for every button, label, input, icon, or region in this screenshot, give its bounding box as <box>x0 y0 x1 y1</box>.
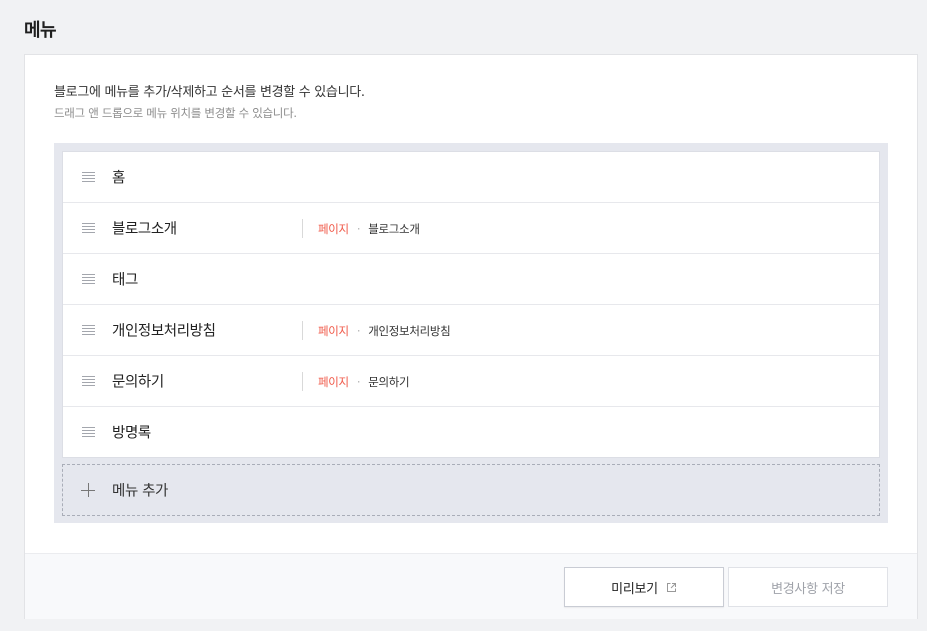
drag-handle-icon[interactable] <box>82 427 95 437</box>
menu-item-contact[interactable]: 문의하기 페이지 · 문의하기 <box>63 355 879 406</box>
menu-item-name: 블로그소개 <box>112 221 177 238</box>
separator-dot: · <box>356 374 361 389</box>
menu-item-type: 페이지 <box>318 374 349 389</box>
menu-item-link-info: 페이지 · 블로그소개 <box>302 219 420 238</box>
save-changes-button[interactable]: 변경사항 저장 <box>728 567 888 607</box>
menu-item-target: 개인정보처리방침 <box>368 323 451 338</box>
description-main: 블로그에 메뉴를 추가/삭제하고 순서를 변경할 수 있습니다. <box>54 85 365 100</box>
menu-item-target: 블로그소개 <box>368 221 420 236</box>
menu-item-name: 태그 <box>112 272 138 289</box>
menu-item-name: 홈 <box>112 170 125 187</box>
menu-item-type: 페이지 <box>318 323 349 338</box>
menu-item-link-info: 페이지 · 문의하기 <box>302 372 410 391</box>
description-sub: 드래그 앤 드롭으로 메뉴 위치를 변경할 수 있습니다. <box>54 106 297 120</box>
menu-item-target: 문의하기 <box>368 374 410 389</box>
menu-panel: 홈 블로그소개 페이지 · 블로그소개 태그 개인정보처리방침 페이지 · 개인… <box>54 143 888 523</box>
drag-handle-icon[interactable] <box>82 325 95 335</box>
page-title: 메뉴 <box>24 20 57 41</box>
menu-item-name: 문의하기 <box>112 374 164 391</box>
menu-settings-card: 블로그에 메뉴를 추가/삭제하고 순서를 변경할 수 있습니다. 드래그 앤 드… <box>24 54 918 619</box>
add-menu-button[interactable]: 메뉴 추가 <box>62 464 880 516</box>
menu-item-guestbook[interactable]: 방명록 <box>63 406 879 457</box>
preview-button[interactable]: 미리보기 <box>564 567 724 607</box>
preview-button-label: 미리보기 <box>611 581 658 597</box>
action-footer: 미리보기 변경사항 저장 <box>25 553 917 619</box>
menu-item-type: 페이지 <box>318 221 349 236</box>
separator-dot: · <box>356 221 361 236</box>
menu-item-name: 개인정보처리방침 <box>112 323 216 340</box>
drag-handle-icon[interactable] <box>82 172 95 182</box>
drag-handle-icon[interactable] <box>82 223 95 233</box>
menu-item-home[interactable]: 홈 <box>63 152 879 202</box>
menu-item-name: 방명록 <box>112 425 151 442</box>
external-link-icon <box>666 582 676 592</box>
drag-handle-icon[interactable] <box>82 376 95 386</box>
menu-item-privacy-policy[interactable]: 개인정보처리방침 페이지 · 개인정보처리방침 <box>63 304 879 355</box>
separator-dot: · <box>356 323 361 338</box>
plus-icon <box>81 483 95 497</box>
menu-item-blog-intro[interactable]: 블로그소개 페이지 · 블로그소개 <box>63 202 879 253</box>
add-menu-label: 메뉴 추가 <box>112 483 168 500</box>
menu-item-link-info: 페이지 · 개인정보처리방침 <box>302 321 451 340</box>
menu-list: 홈 블로그소개 페이지 · 블로그소개 태그 개인정보처리방침 페이지 · 개인… <box>62 151 880 458</box>
menu-item-tags[interactable]: 태그 <box>63 253 879 304</box>
drag-handle-icon[interactable] <box>82 274 95 284</box>
save-button-label: 변경사항 저장 <box>771 581 845 597</box>
